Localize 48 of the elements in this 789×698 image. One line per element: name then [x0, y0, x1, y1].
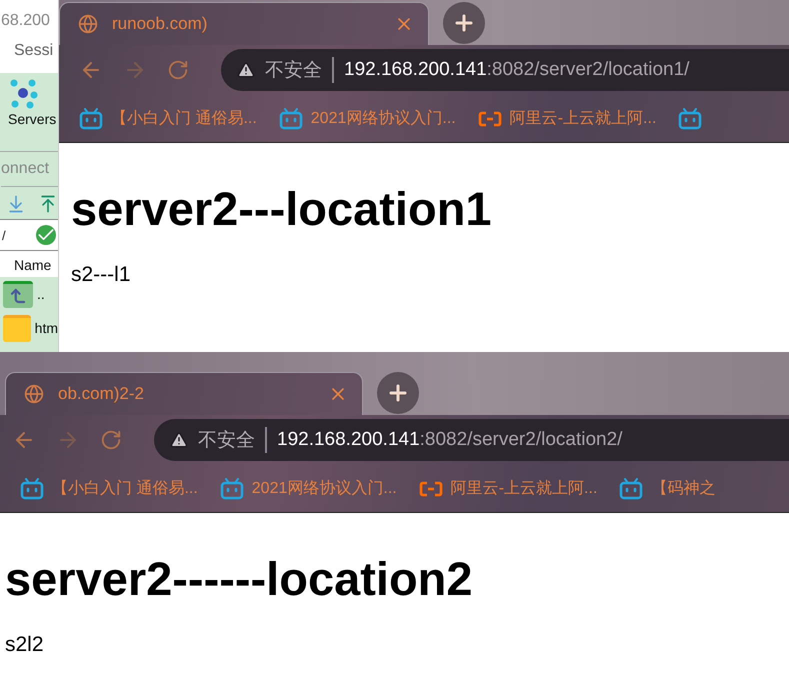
url-text: 192.168.200.141:8082/server2/location2/ [277, 429, 622, 451]
new-tab-button[interactable] [443, 2, 485, 44]
bookmark-link[interactable]: 【小白入门 通俗易... [20, 478, 198, 500]
page-paragraph: s2l2 [5, 633, 45, 657]
bracket-icon [478, 110, 502, 126]
url-text: 192.168.200.141:8082/server2/location1/ [344, 59, 690, 81]
bookmark-link[interactable]: 2021网络协议入门... [220, 478, 397, 500]
address-field[interactable]: 68.200 [1, 12, 58, 34]
warning-icon [237, 61, 255, 79]
servers-button[interactable]: Servers [0, 73, 58, 152]
tv-icon [220, 478, 244, 500]
address-bar[interactable]: 不安全 192.168.200.141:8082/server2/location2/ [154, 419, 789, 461]
connect-button[interactable]: onnect [1, 152, 58, 187]
address-bar[interactable]: 不安全 192.168.200.141:8082/server2/location1/ [221, 49, 789, 91]
file-name[interactable]: .. [37, 286, 45, 302]
globe-icon [24, 384, 44, 404]
tv-icon [278, 108, 303, 130]
tv-icon [79, 108, 103, 130]
column-header[interactable]: Name [0, 251, 58, 277]
file-name[interactable]: htm [34, 320, 58, 336]
browser-tab[interactable]: ob.com)2-2 [5, 372, 363, 415]
security-label: 不安全 [265, 57, 334, 83]
tv-icon [20, 478, 44, 500]
check-icon[interactable] [36, 225, 56, 245]
new-tab-button[interactable] [377, 372, 419, 414]
network-icon [8, 77, 38, 109]
bookmark-link[interactable] [678, 108, 702, 130]
browser-tab[interactable]: runoob.com) [59, 2, 429, 45]
page-heading: server2------location2 [5, 551, 474, 607]
bookmark-link[interactable]: 【小白入门 通俗易... [79, 108, 257, 130]
menu-item[interactable]: Sessi [14, 42, 58, 60]
bookmark-link[interactable]: 2021网络协议入门... [278, 108, 456, 130]
path-field[interactable]: / [0, 220, 58, 251]
bookmark-link[interactable]: 阿里云-上云就上阿... [478, 108, 656, 129]
security-label: 不安全 [198, 427, 267, 453]
bracket-icon [418, 480, 443, 496]
tv-icon [619, 478, 644, 500]
bookmark-link[interactable]: 【码神之 [619, 478, 716, 500]
bookmark-link[interactable]: 阿里云-上云就上阿... [418, 478, 598, 499]
globe-icon [78, 14, 98, 34]
reload-button[interactable] [167, 59, 189, 81]
folder-icon [3, 314, 31, 342]
warning-icon [170, 431, 188, 449]
page-heading: server2---location1 [71, 181, 493, 237]
tv-icon [678, 108, 702, 130]
reload-button[interactable] [100, 429, 122, 451]
page-paragraph: s2---l1 [71, 263, 132, 287]
parent-folder-icon [3, 280, 33, 308]
